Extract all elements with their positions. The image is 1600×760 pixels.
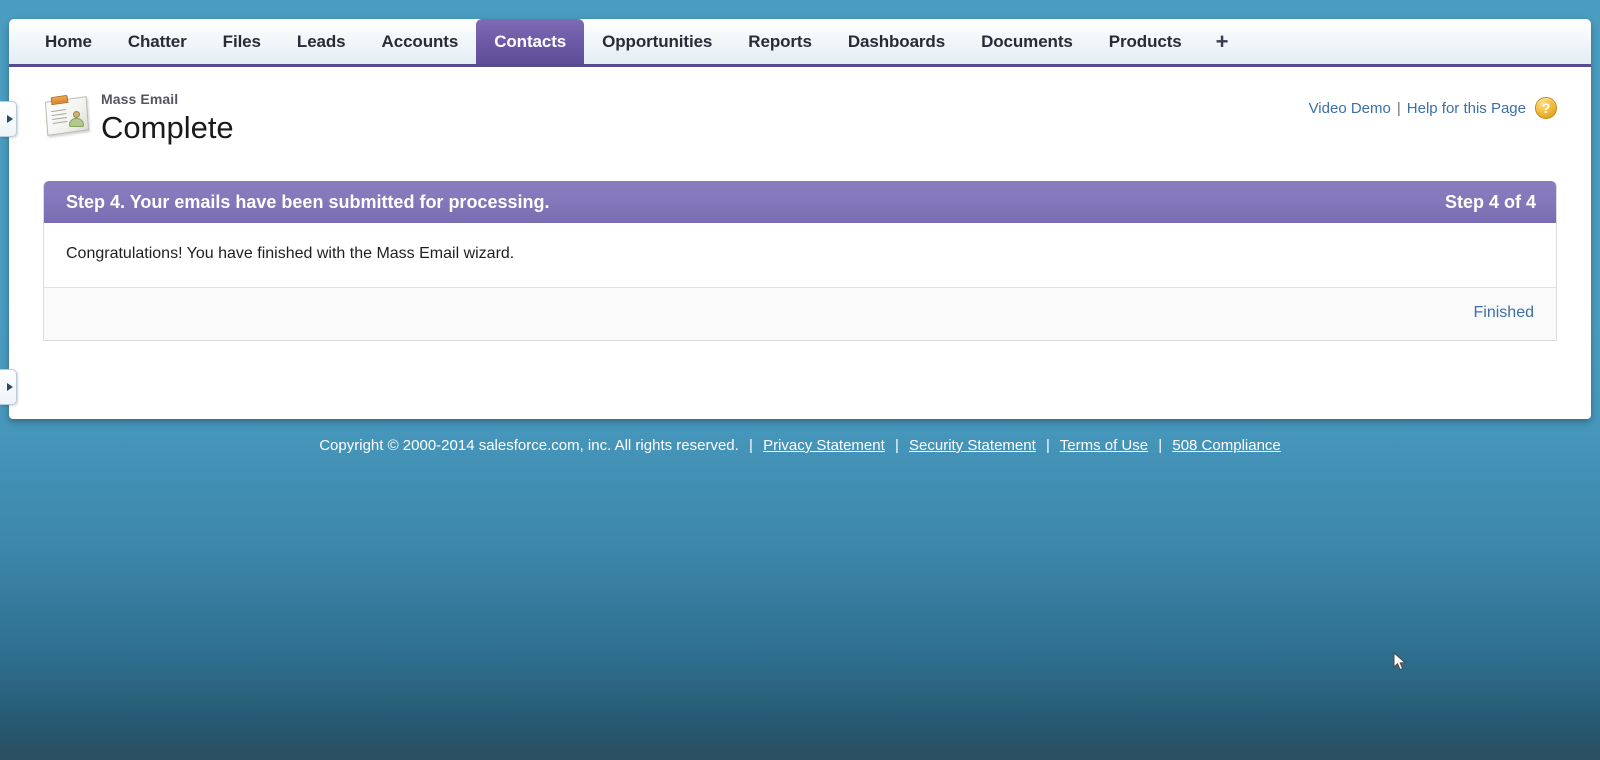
page-help-links: Video Demo | Help for this Page ? xyxy=(1309,97,1557,119)
chevron-right-icon xyxy=(6,115,13,123)
page-title: Complete xyxy=(101,110,234,145)
primary-tab-bar: Home Chatter Files Leads Accounts Contac… xyxy=(9,19,1591,67)
footer-separator: | xyxy=(748,437,753,454)
wizard-step-counter: Step 4 of 4 xyxy=(1444,191,1536,212)
tab-files[interactable]: Files xyxy=(205,19,279,64)
help-link-separator: | xyxy=(1396,99,1401,117)
footer-separator: | xyxy=(894,437,899,454)
sidebar-expand-bottom-button[interactable] xyxy=(0,369,17,405)
page-title-group: Mass Email Complete xyxy=(101,89,234,148)
tab-accounts[interactable]: Accounts xyxy=(364,19,477,64)
tab-products[interactable]: Products xyxy=(1091,19,1200,64)
footer-link-terms-of-use[interactable]: Terms of Use xyxy=(1060,437,1148,454)
tab-leads[interactable]: Leads xyxy=(279,19,364,64)
tab-dashboards[interactable]: Dashboards xyxy=(830,19,963,64)
finished-link[interactable]: Finished xyxy=(1474,304,1534,321)
mouse-cursor xyxy=(1393,652,1407,671)
wizard-action-bar: Finished xyxy=(44,288,1556,340)
page-subtitle: Mass Email xyxy=(101,91,179,107)
wizard-confirmation-message: Congratulations! You have finished with … xyxy=(44,223,1556,288)
help-question-icon[interactable]: ? xyxy=(1535,97,1557,119)
footer-link-508-compliance[interactable]: 508 Compliance xyxy=(1172,437,1280,454)
tab-chatter[interactable]: Chatter xyxy=(110,19,205,64)
footer-copyright: Copyright © 2000-2014 salesforce.com, in… xyxy=(319,437,739,454)
help-for-page-link[interactable]: Help for this Page xyxy=(1407,100,1526,117)
mass-email-wizard-panel: Step 4. Your emails have been submitted … xyxy=(43,181,1557,341)
tab-reports[interactable]: Reports xyxy=(730,19,830,64)
tab-contacts[interactable]: Contacts xyxy=(476,19,585,64)
tab-documents[interactable]: Documents xyxy=(963,19,1091,64)
app-window: Home Chatter Files Leads Accounts Contac… xyxy=(0,19,1591,419)
footer-separator: | xyxy=(1045,437,1050,454)
footer-link-privacy-statement[interactable]: Privacy Statement xyxy=(763,437,885,454)
tab-home[interactable]: Home xyxy=(27,19,110,64)
page-header: Mass Email Complete Video Demo | Help fo… xyxy=(43,89,1557,167)
footer-separator: | xyxy=(1158,437,1163,454)
tab-opportunities[interactable]: Opportunities xyxy=(584,19,730,64)
footer-link-security-statement[interactable]: Security Statement xyxy=(909,437,1036,454)
wizard-step-heading: Step 4. Your emails have been submitted … xyxy=(66,191,550,212)
page-content: Mass Email Complete Video Demo | Help fo… xyxy=(9,67,1591,341)
page-footer: Copyright © 2000-2014 salesforce.com, in… xyxy=(0,437,1600,454)
contact-card-icon xyxy=(43,94,91,139)
add-tab-button[interactable]: + xyxy=(1200,19,1245,64)
video-demo-link[interactable]: Video Demo xyxy=(1309,100,1391,117)
sidebar-expand-top-button[interactable] xyxy=(0,101,17,137)
wizard-step-header: Step 4. Your emails have been submitted … xyxy=(44,181,1556,223)
chevron-right-icon xyxy=(6,383,13,391)
